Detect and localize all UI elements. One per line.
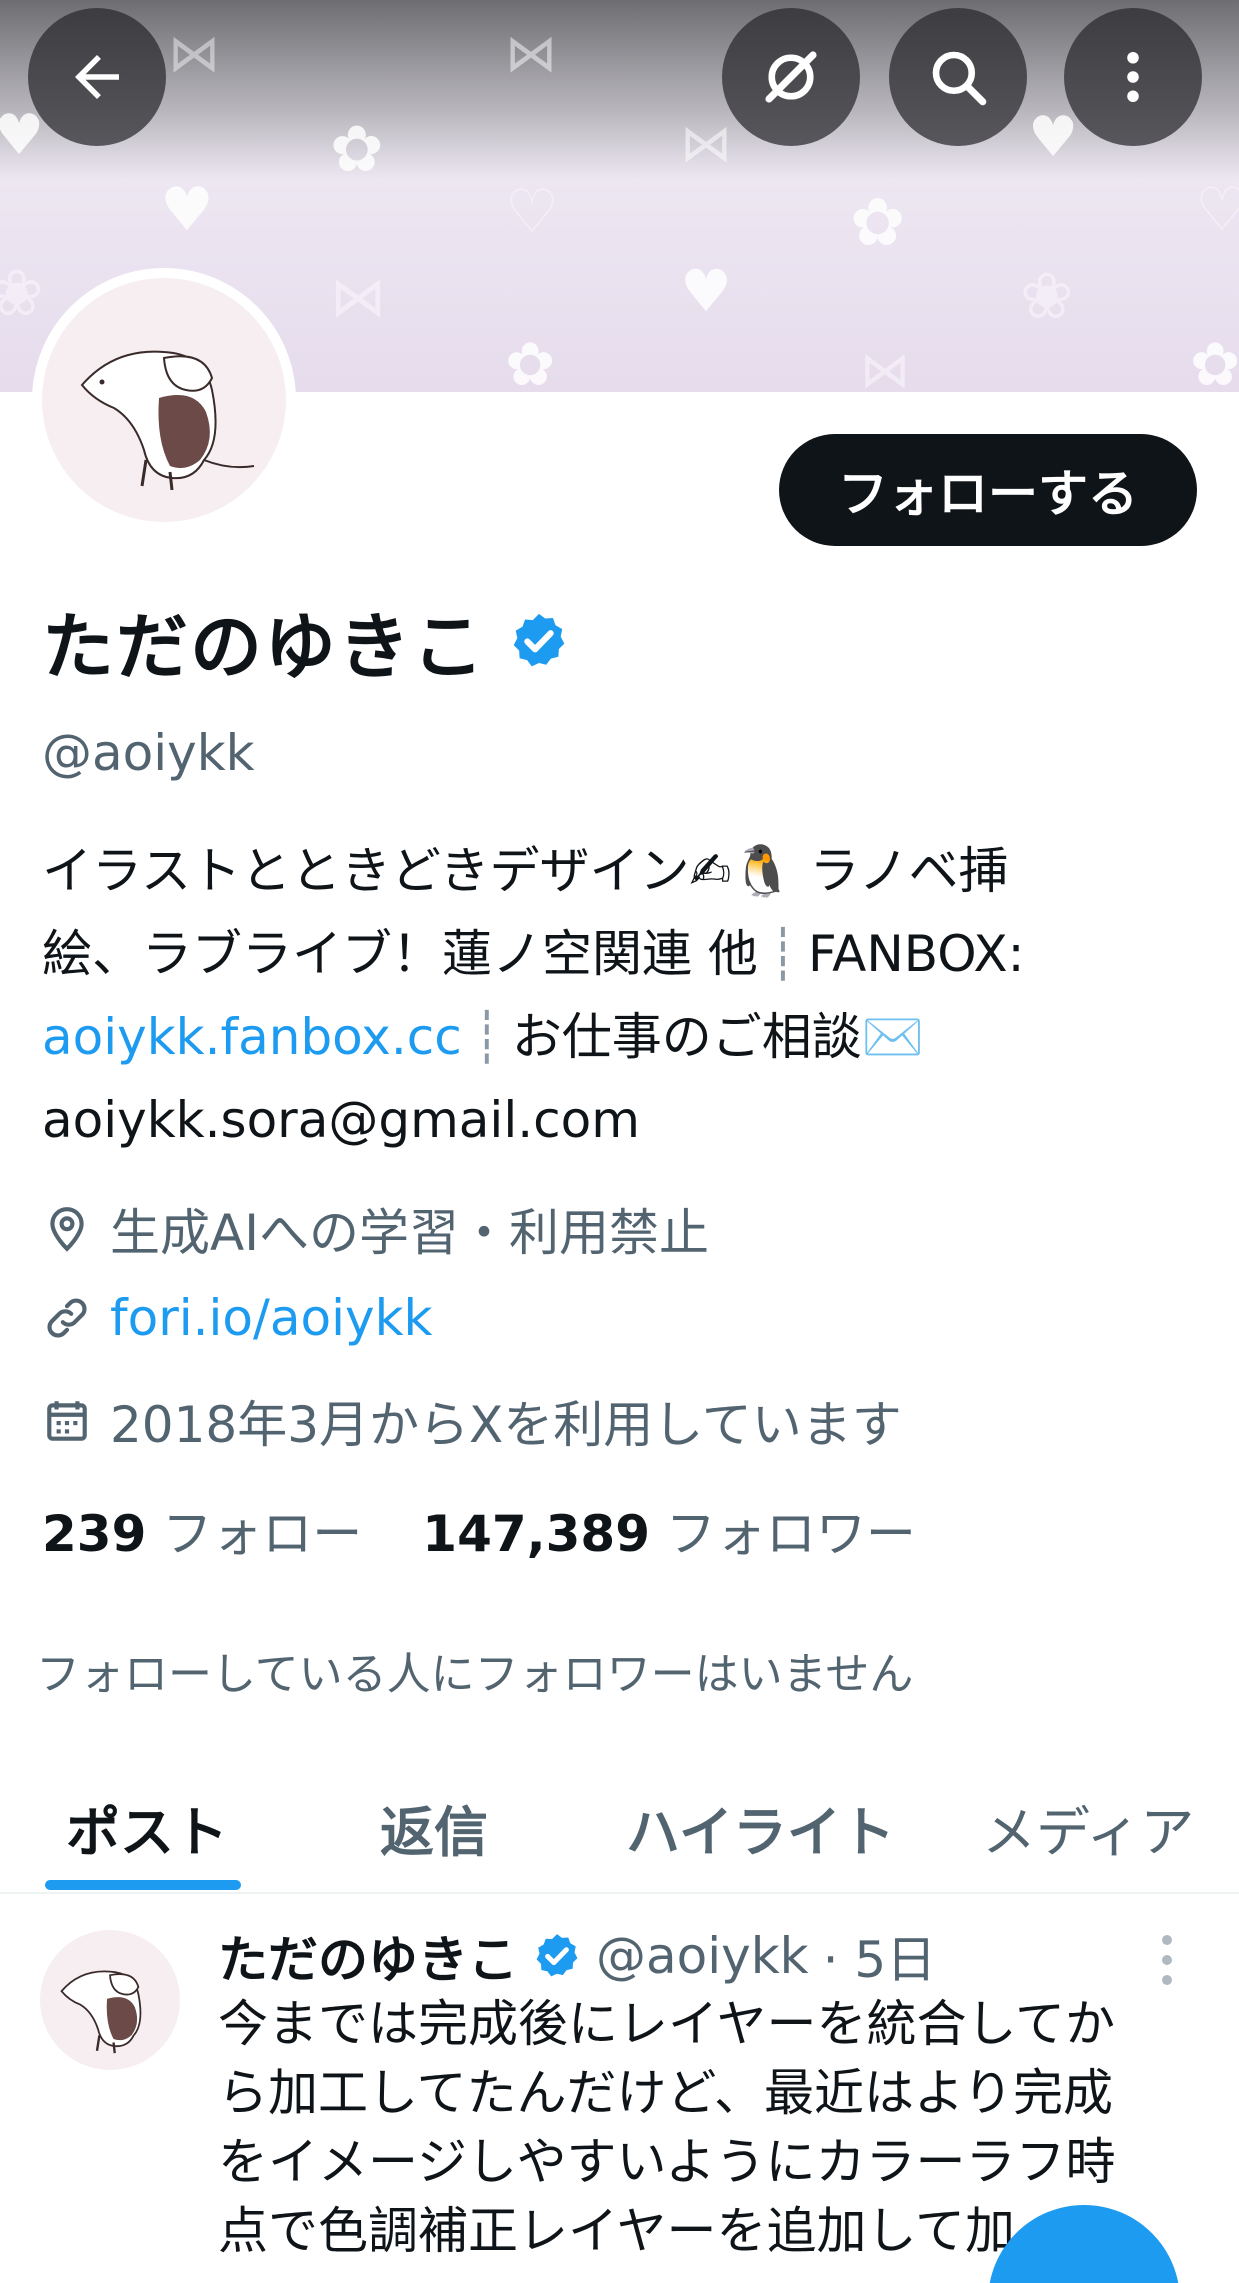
flower-pattern-icon: ✿	[330, 113, 384, 187]
heart-outline-pattern-icon: ♡	[1195, 175, 1239, 245]
following-label: フォロー	[162, 1505, 363, 1563]
heart-pattern-icon: ♥	[160, 175, 214, 245]
grok-button[interactable]	[722, 8, 860, 146]
flower-outline-pattern-icon: ❀	[1020, 260, 1074, 334]
grok-icon	[765, 51, 817, 103]
bio-line: aoiykk.fanbox.cc ┊ お仕事のご相談✉️	[42, 996, 1192, 1079]
following-count: 239	[42, 1505, 147, 1563]
followers-label: フォロワー	[665, 1505, 916, 1563]
profile-handle: @aoiykk	[42, 724, 255, 782]
heart-pattern-icon: ♥	[680, 257, 732, 325]
profile-tabs: ポスト 返信 ハイライト メディア	[0, 1760, 1239, 1894]
profile-bio: イラストとときどきデザイン✍🐧 ラノベ挿 絵、ラブライブ！蓮ノ空関連 他 ┊ FAN…	[42, 830, 1192, 1162]
bio-separator: ┊	[767, 925, 799, 983]
following-link[interactable]: 239 フォロー	[42, 1494, 362, 1566]
joined-row: 2018年3月からXを利用しています	[42, 1385, 902, 1457]
post-more-icon[interactable]	[1150, 1930, 1184, 1990]
bio-text: FANBOX:	[808, 925, 1025, 983]
website-link[interactable]: fori.io/aoiykk	[110, 1289, 433, 1347]
bio-separator: ┊	[471, 1008, 502, 1066]
ribbon-pattern-icon: ⋈	[330, 265, 386, 330]
location-row: 生成AIへの学習・利用禁止	[42, 1193, 709, 1265]
heart-pattern-icon: ♥	[1028, 105, 1079, 170]
heart-pattern-icon: ♥	[0, 103, 45, 168]
more-options-button[interactable]	[1064, 8, 1202, 146]
anteater-illustration	[80, 350, 255, 491]
ribbon-pattern-icon: ⋈	[860, 341, 910, 392]
post-author-name[interactable]: ただのゆきこ	[218, 1920, 518, 1992]
bio-line: 絵、ラブライブ！蓮ノ空関連 他 ┊ FANBOX:	[42, 913, 1192, 996]
post-author-handle: @aoiykk	[596, 1927, 809, 1985]
search-icon	[932, 51, 987, 106]
follow-stats: 239 フォロー 147,389 フォロワー	[42, 1494, 916, 1566]
active-tab-indicator	[45, 1880, 241, 1890]
bio-text: 絵、ラブライブ！蓮ノ空関連 他	[42, 925, 758, 983]
anteater-illustration	[60, 1970, 142, 2054]
heart-outline-pattern-icon: ♡	[505, 177, 559, 247]
verified-badge-icon	[536, 1934, 578, 1977]
fanbox-link[interactable]: aoiykk.fanbox.cc	[42, 1008, 462, 1066]
mutual-followers-note: フォローしている人にフォロワーはいません	[36, 1649, 914, 1700]
display-name: ただのゆきこ	[42, 605, 487, 689]
anteater-avatar-image	[42, 278, 286, 522]
joined-text: 2018年3月からXを利用しています	[110, 1396, 902, 1454]
back-button[interactable]	[28, 8, 166, 146]
more-vertical-icon	[1127, 51, 1139, 103]
ribbon-pattern-icon: ⋈	[505, 24, 557, 84]
flower-pattern-icon: ✿	[505, 330, 556, 392]
followers-count: 147,389	[422, 1505, 651, 1563]
bio-line: aoiykk.sora@gmail.com	[42, 1079, 1192, 1162]
flower-pattern-icon: ✿	[1190, 330, 1239, 392]
tab-highlights[interactable]: ハイライト	[626, 1760, 895, 1894]
location-pin-icon	[50, 1207, 84, 1252]
bio-text: イラストとときどきデザイン✍🐧 ラノベ挿	[42, 842, 1009, 900]
location-text: 生成AIへの学習・利用禁止	[110, 1204, 709, 1262]
tab-posts[interactable]: ポスト	[66, 1760, 228, 1894]
bio-line: イラストとときどきデザイン✍🐧 ラノベ挿	[42, 830, 1192, 913]
profile-avatar[interactable]	[32, 268, 296, 532]
arrow-left-icon	[75, 55, 119, 99]
post-header: ただのゆきこ @aoiykk · 5日	[218, 1920, 936, 1992]
post-text-line: をイメージしやすいようにカラーラフ時	[218, 2133, 1116, 2191]
post-timestamp[interactable]: · 5日	[823, 1920, 937, 1992]
bio-email: aoiykk.sora@gmail.com	[42, 1091, 640, 1149]
tab-replies[interactable]: 返信	[380, 1760, 488, 1894]
verified-badge-icon[interactable]	[508, 610, 570, 672]
ribbon-pattern-icon: ⋈	[680, 114, 732, 174]
flower-pattern-icon: ✿	[850, 184, 906, 261]
post-author-avatar[interactable]	[40, 1930, 180, 2070]
flower-outline-pattern-icon: ❀	[0, 257, 44, 331]
display-name-row: ただのゆきこ	[42, 588, 570, 693]
website-row: fori.io/aoiykk	[42, 1289, 433, 1347]
post-text-line: ら加工してたんだけど、最近はより完成	[218, 2064, 1113, 2122]
link-icon	[47, 1298, 87, 1338]
tab-media[interactable]: メディア	[982, 1760, 1194, 1894]
follow-button[interactable]: フォローする	[779, 434, 1197, 546]
search-button[interactable]	[889, 8, 1027, 146]
post-text-line: 今までは完成後にレイヤーを統合してか	[218, 1995, 1115, 2053]
bio-text: お仕事のご相談✉️	[511, 1008, 925, 1066]
ribbon-pattern-icon: ⋈	[168, 24, 220, 84]
followers-link[interactable]: 147,389 フォロワー	[422, 1494, 916, 1566]
calendar-icon	[47, 1401, 87, 1441]
